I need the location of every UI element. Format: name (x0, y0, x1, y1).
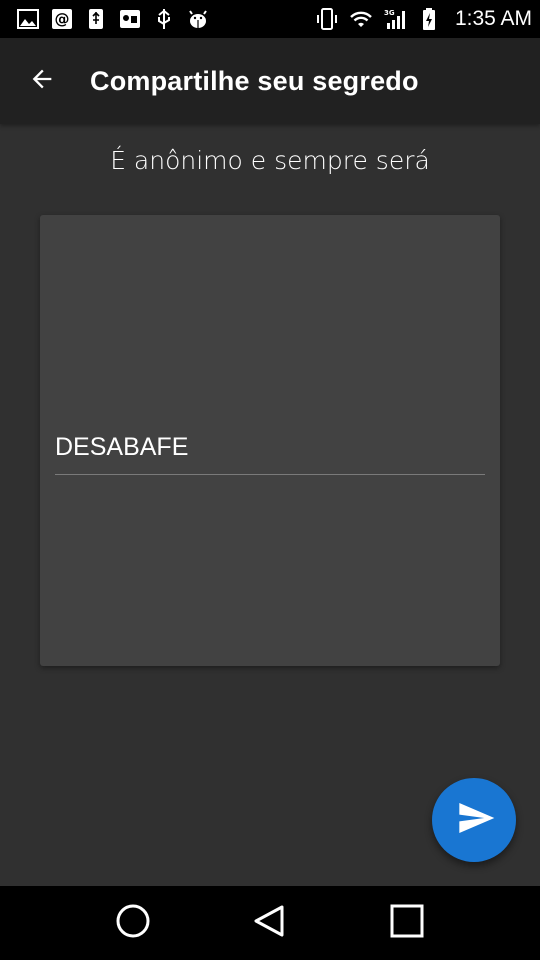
secret-card (40, 215, 500, 666)
status-bar: @ 3G 1:35 AM (0, 0, 540, 38)
svg-text:@: @ (55, 10, 70, 28)
nav-back-button[interactable] (240, 893, 300, 953)
status-bar-system: 3G 1:35 AM (315, 7, 532, 31)
navigation-bar (0, 886, 540, 960)
status-time: 1:35 AM (454, 7, 532, 30)
secret-input[interactable] (55, 421, 485, 475)
wifi-icon (349, 7, 373, 31)
battery-charging-icon (417, 7, 441, 31)
at-sign-icon: @ (50, 7, 74, 31)
send-button[interactable] (432, 778, 516, 862)
back-triangle-icon (252, 903, 288, 944)
image-icon (16, 7, 40, 31)
back-button[interactable] (22, 61, 62, 101)
usb-debug-icon (152, 7, 176, 31)
android-debug-icon (186, 7, 210, 31)
status-bar-notifications: @ (16, 7, 210, 31)
signal-3g-icon: 3G (383, 7, 407, 31)
recents-square-icon (389, 903, 425, 944)
usb-icon (84, 7, 108, 31)
send-icon (452, 798, 496, 843)
arrow-back-icon (28, 65, 56, 98)
vpn-icon (118, 7, 142, 31)
home-button[interactable] (103, 893, 163, 953)
anonymous-subtitle: É anônimo e sempre será (110, 146, 430, 175)
page-title: Compartilhe seu segredo (90, 65, 419, 96)
app-bar: Compartilhe seu segredo (0, 38, 540, 124)
vibrate-icon (315, 7, 339, 31)
signal-3g-label: 3G (384, 9, 395, 17)
recents-button[interactable] (377, 893, 437, 953)
home-circle-icon (115, 903, 151, 944)
